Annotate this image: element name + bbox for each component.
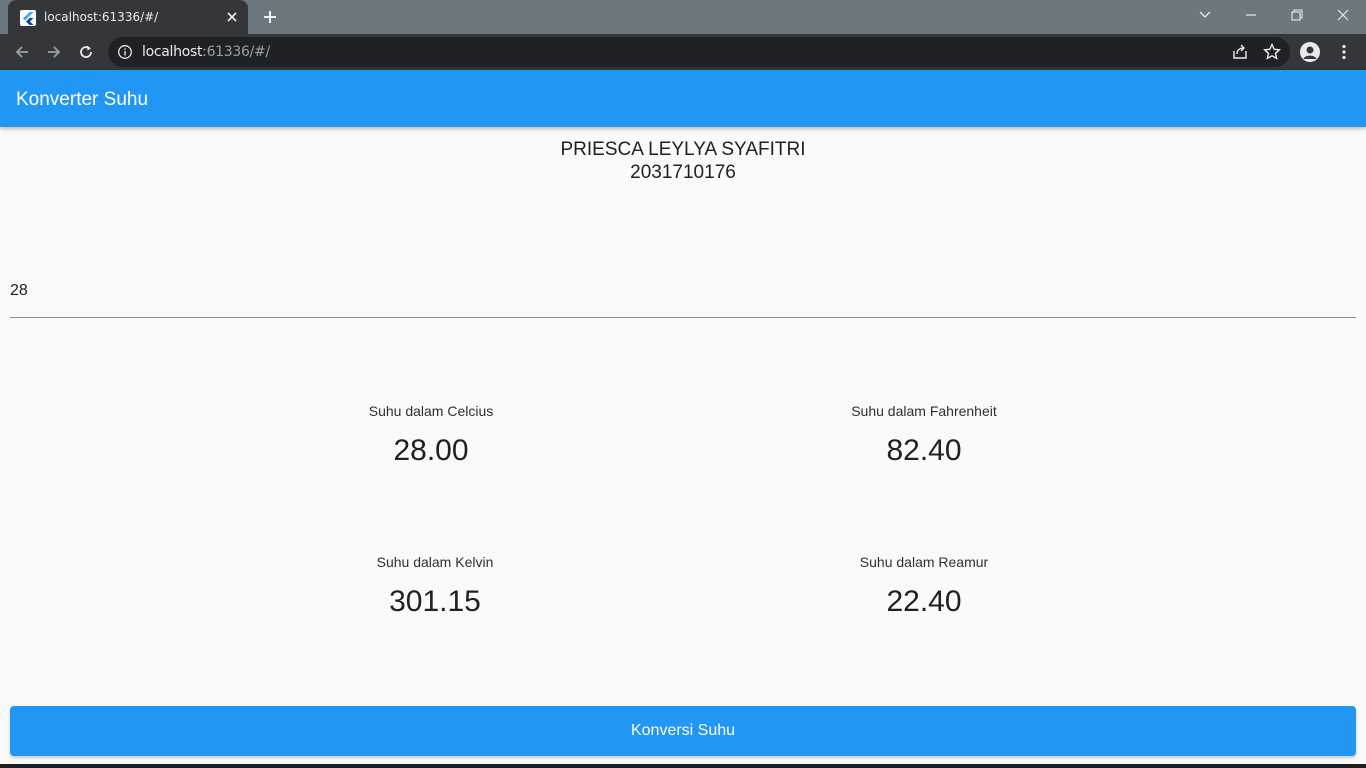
result-kelvin: Suhu dalam Kelvin 301.15 — [285, 554, 585, 619]
student-id: 2031710176 — [630, 162, 736, 183]
result-celcius: Suhu dalam Celcius 28.00 — [281, 403, 581, 468]
result-celcius-label: Suhu dalam Celcius — [368, 403, 494, 419]
identity-block: PRIESCA LEYLYA SYAFITRI 2031710176 — [0, 138, 1366, 184]
forward-icon[interactable] — [40, 38, 68, 66]
result-fahrenheit: Suhu dalam Fahrenheit 82.40 — [774, 403, 1074, 468]
url-path: :61336/#/ — [202, 44, 270, 60]
result-kelvin-label: Suhu dalam Kelvin — [376, 554, 494, 570]
address-bar[interactable]: localhost:61336/#/ — [108, 37, 1290, 67]
tab-title: localhost:61336/#/ — [44, 10, 159, 24]
result-reamur: Suhu dalam Reamur 22.40 — [774, 554, 1074, 619]
url-text[interactable]: localhost:61336/#/ — [142, 44, 270, 60]
profile-icon[interactable] — [1300, 42, 1320, 62]
back-icon[interactable] — [8, 38, 36, 66]
minimize-icon[interactable] — [1228, 0, 1274, 30]
chevron-down-icon[interactable] — [1182, 0, 1228, 30]
flutter-favicon — [20, 10, 36, 26]
close-icon[interactable] — [222, 7, 242, 27]
browser-toolbar: localhost:61336/#/ — [0, 34, 1366, 70]
close-window-icon[interactable] — [1320, 0, 1366, 30]
star-icon[interactable] — [1262, 42, 1282, 62]
share-icon[interactable] — [1230, 42, 1250, 62]
info-icon[interactable] — [117, 44, 133, 60]
convert-button[interactable]: Konversi Suhu — [10, 706, 1356, 756]
browser-tabstrip: localhost:61336/#/ — [0, 0, 1366, 34]
restore-icon[interactable] — [1274, 0, 1320, 30]
kebab-menu-icon[interactable] — [1334, 40, 1354, 64]
result-kelvin-value: 301.15 — [389, 585, 481, 618]
result-reamur-label: Suhu dalam Reamur — [859, 554, 989, 570]
plus-icon[interactable] — [258, 6, 282, 28]
result-fahrenheit-value: 82.40 — [886, 434, 962, 467]
app-bar: Konverter Suhu — [0, 70, 1366, 127]
result-fahrenheit-label: Suhu dalam Fahrenheit — [851, 403, 997, 419]
result-celcius-value: 28.00 — [393, 434, 469, 467]
url-host: localhost — [142, 44, 203, 60]
browser-tab[interactable]: localhost:61336/#/ — [8, 0, 248, 34]
temperature-input[interactable] — [10, 282, 1356, 300]
app-title: Konverter Suhu — [16, 89, 149, 110]
reload-icon[interactable] — [72, 38, 100, 66]
result-reamur-value: 22.40 — [886, 585, 962, 618]
taskbar-edge — [0, 764, 1366, 768]
temperature-input-field[interactable] — [10, 276, 1356, 318]
student-name: PRIESCA LEYLYA SYAFITRI — [560, 139, 806, 160]
